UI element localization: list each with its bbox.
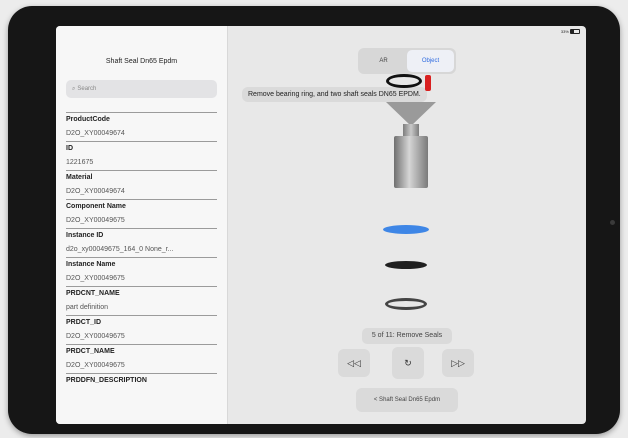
property-label: PRDCNT_NAME: [66, 286, 217, 301]
rewind-icon: ◁◁: [347, 358, 361, 368]
replay-step-button[interactable]: ↻: [392, 347, 424, 379]
highlighted-seal-part[interactable]: [383, 225, 429, 234]
back-button[interactable]: < Shaft Seal Dn65 Epdm: [356, 388, 458, 412]
property-label: PRDCT_NAME: [66, 344, 217, 359]
battery-percent: 33%: [560, 29, 569, 34]
search-icon: ⌕: [72, 85, 76, 92]
property-value: part definition: [66, 304, 109, 311]
replay-icon: ↻: [404, 358, 412, 368]
search-input[interactable]: ⌕ Search: [66, 80, 217, 98]
status-right: 33%: [560, 29, 580, 35]
property-value: D2O_XY00049674: [66, 188, 125, 195]
instruction-text: Remove bearing ring, and two shaft seals…: [242, 87, 427, 102]
step-indicator: 5 of 11: Remove Seals: [362, 328, 452, 344]
property-value: D2O_XY00049674: [66, 130, 125, 137]
property-value: D2O_XY00049675: [66, 275, 125, 282]
property-label: Component Name: [66, 199, 217, 214]
property-list[interactable]: ProductCode D2O_XY00049674 ID 1221675 Ma…: [66, 112, 217, 388]
property-label: PRDDFN_DESCRIPTION: [66, 373, 217, 388]
bearing-ring-part[interactable]: [386, 74, 422, 88]
view-toggle: AR Object: [358, 48, 456, 74]
property-value: D2O_XY00049675: [66, 217, 125, 224]
screen: 8:55 AM Sun Feb 28 33% Shaft Seal Dn65 E…: [56, 26, 586, 424]
next-step-button[interactable]: ▷▷: [442, 349, 474, 377]
camera-dot: [610, 220, 615, 225]
property-value: D2O_XY00049675: [66, 333, 125, 340]
object-tab[interactable]: Object: [407, 50, 454, 72]
property-value: 1221675: [66, 159, 94, 166]
property-value: D2O_XY00049675: [66, 362, 125, 369]
property-value: d2o_xy00049675_164_0 None_r...: [66, 246, 174, 253]
properties-panel: Shaft Seal Dn65 Epdm ⌕ Search ProductCod…: [56, 26, 228, 424]
panel-title: Shaft Seal Dn65 Epdm: [105, 58, 178, 65]
ar-tab[interactable]: AR: [360, 50, 407, 72]
shaft-neck-part[interactable]: [403, 124, 419, 136]
battery-icon: [570, 29, 580, 35]
search-placeholder: Search: [77, 86, 97, 92]
fast-forward-icon: ▷▷: [451, 358, 465, 368]
previous-step-button[interactable]: ◁◁: [338, 349, 370, 377]
property-label: Instance ID: [66, 228, 217, 243]
shaft-body-part[interactable]: [394, 136, 428, 188]
shaft-seal-part[interactable]: [385, 261, 427, 269]
property-label: ID: [66, 141, 217, 156]
property-label: ProductCode: [66, 112, 217, 127]
lower-ring-part[interactable]: [385, 298, 427, 310]
property-label: Material: [66, 170, 217, 185]
removal-arrow-icon: [425, 75, 431, 91]
property-label: PRDCT_ID: [66, 315, 217, 330]
tablet-bezel: 8:55 AM Sun Feb 28 33% Shaft Seal Dn65 E…: [8, 6, 620, 434]
property-label: Instance Name: [66, 257, 217, 272]
shaft-flange-part[interactable]: [386, 102, 436, 126]
